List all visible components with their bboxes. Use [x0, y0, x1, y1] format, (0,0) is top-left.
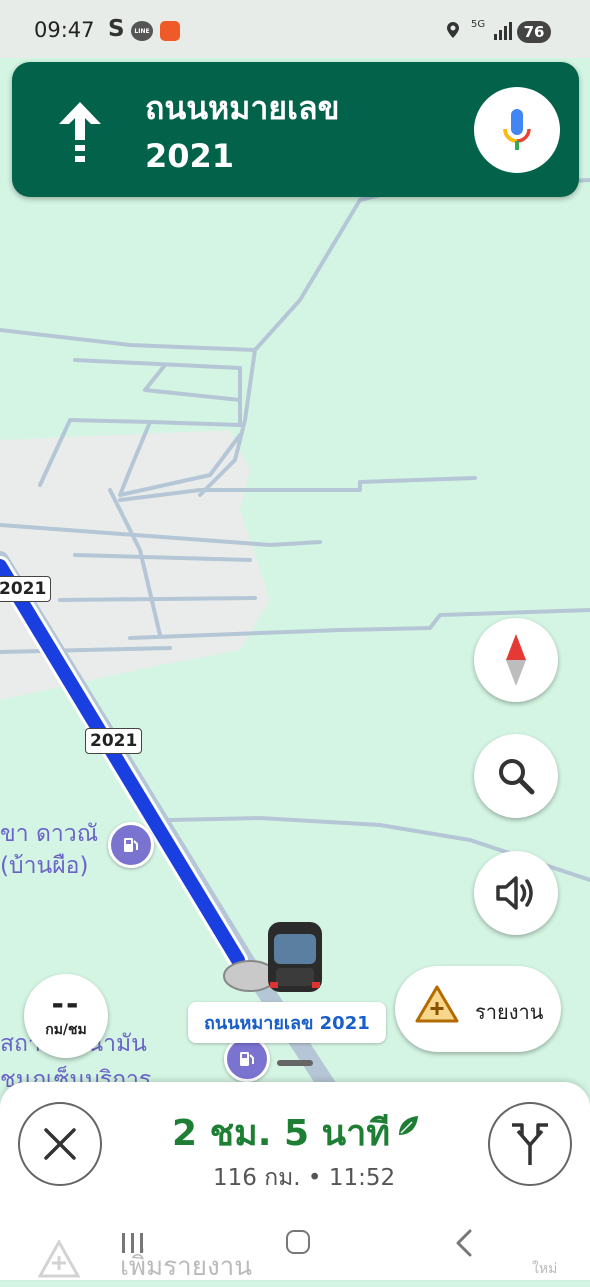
speaker-icon [496, 876, 533, 910]
network-type: 5G [471, 19, 486, 30]
straight-arrow-icon [59, 102, 101, 162]
compass-icon [506, 634, 526, 686]
speed-value: -- [51, 987, 81, 1022]
trip-details: 116 กม. • 11:52 [213, 1160, 395, 1196]
battery-icon: 76 [517, 21, 551, 43]
home-icon[interactable] [286, 1230, 310, 1254]
system-nav-bar [0, 1212, 590, 1280]
report-button[interactable]: รายงาน [395, 966, 561, 1052]
poi-label[interactable]: (บ้านผือ) [0, 848, 88, 884]
search-icon [499, 759, 535, 795]
speed-unit: กม/ชม [45, 1022, 87, 1038]
status-time: 09:47 [34, 18, 95, 42]
close-icon [44, 1128, 76, 1160]
car-location-icon [223, 922, 322, 992]
exit-navigation-button[interactable] [18, 1102, 102, 1186]
search-button[interactable] [474, 734, 558, 818]
eco-leaf-icon [399, 1116, 418, 1135]
speedometer-button[interactable]: -- กม/ชม [24, 974, 108, 1058]
route-shield: 2021 [0, 576, 52, 602]
sound-button[interactable] [474, 851, 558, 935]
sheet-handle[interactable] [277, 1060, 313, 1066]
navigation-banner[interactable]: ถนนหมายเลข 2021 [12, 62, 579, 197]
next-street-name: ถนนหมายเลข 2021 [145, 89, 340, 175]
trip-distance: 116 กม. [213, 1165, 301, 1191]
microphone-icon [503, 109, 531, 150]
status-bar: 09:47 S LINE 5G 76 [0, 0, 590, 58]
recent-apps-icon[interactable] [120, 1231, 146, 1255]
location-icon [447, 22, 459, 38]
trip-duration: 2 ชม. 5 นาที [172, 1113, 391, 1154]
line-app-icon: LINE [131, 21, 153, 41]
separator: • [307, 1165, 322, 1191]
notification-app-icon [160, 21, 180, 41]
alternate-routes-button[interactable] [488, 1102, 572, 1186]
gas-station-icon[interactable] [108, 822, 154, 868]
compass-button[interactable] [474, 618, 558, 702]
voice-search-button[interactable] [474, 87, 560, 173]
back-icon[interactable] [455, 1229, 473, 1257]
route-shield: 2021 [85, 728, 143, 754]
arrival-time: 11:52 [328, 1165, 396, 1191]
signal-icon [494, 22, 512, 40]
report-warning-icon [415, 985, 459, 1023]
s-app-icon: S [108, 16, 125, 42]
report-label: รายงาน [475, 1000, 544, 1024]
current-road-label: ถนนหมายเลข 2021 [188, 1002, 386, 1043]
poi-label[interactable]: ขา ดาวณั [0, 816, 98, 852]
fork-routes-icon [512, 1123, 548, 1165]
